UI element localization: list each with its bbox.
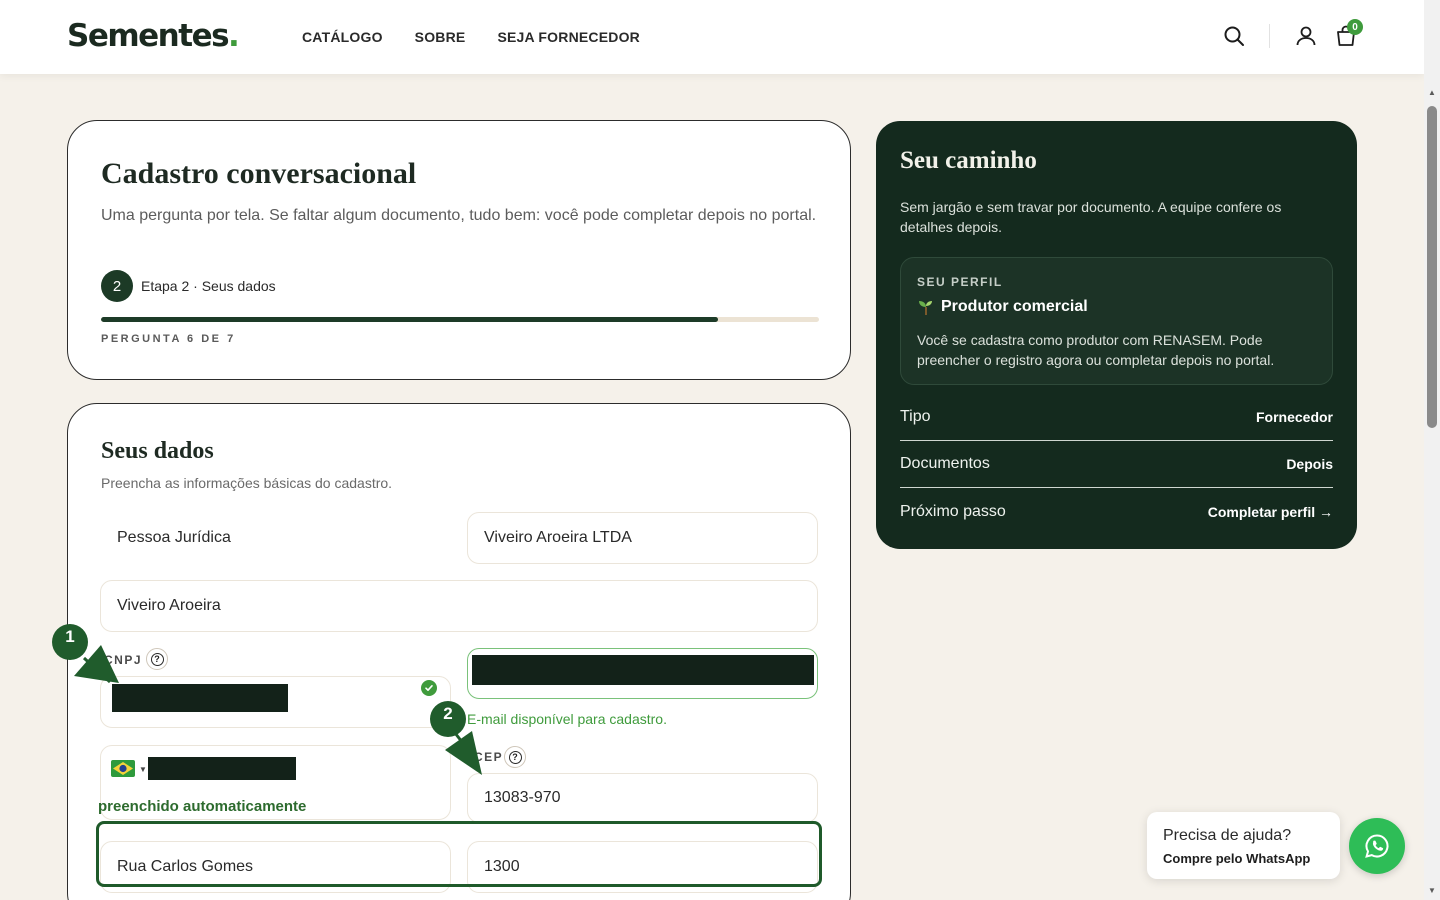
check-circle-icon <box>421 680 437 696</box>
nav-seja-fornecedor[interactable]: SEJA FORNECEDOR <box>497 29 640 45</box>
page-title: Cadastro conversacional <box>101 157 417 190</box>
trade-name-input[interactable]: Viveiro Aroeira <box>100 580 818 632</box>
profile-name-text: Produtor comercial <box>941 298 1088 315</box>
company-name-value: Viveiro Aroeira LTDA <box>484 529 632 546</box>
summary-row-proximo-passo: Próximo passo Completar perfil → <box>900 488 1333 535</box>
cnpj-redacted-value <box>112 684 288 712</box>
annotation-marker-1: 1 <box>52 624 88 660</box>
search-icon[interactable] <box>1222 24 1246 48</box>
profile-card: SEU PERFIL Produtor comercial Você se ca… <box>900 257 1333 385</box>
header-divider <box>1269 24 1270 48</box>
progress-card: Cadastro conversacional Uma pergunta por… <box>67 120 851 380</box>
help-title: Precisa de ajuda? <box>1163 827 1292 844</box>
scroll-down-arrow[interactable]: ▼ <box>1428 886 1436 895</box>
step-number-badge: 2 <box>101 270 133 302</box>
help-bubble[interactable]: Precisa de ajuda? Compre pelo WhatsApp <box>1147 812 1340 879</box>
form-subtitle: Preencha as informações básicas do cadas… <box>101 475 393 491</box>
profile-name: Produtor comercial <box>917 298 1088 316</box>
whatsapp-icon <box>1365 834 1389 858</box>
cnpj-label: CNPJ <box>104 653 143 667</box>
whatsapp-button[interactable] <box>1349 818 1405 874</box>
sidebar-subtitle: Sem jargão e sem travar por documento. A… <box>900 199 1282 235</box>
logo-text: Sementes <box>67 18 230 54</box>
scroll-up-arrow[interactable]: ▲ <box>1428 88 1436 97</box>
cart-count-badge: 0 <box>1347 19 1363 35</box>
trade-name-value: Viveiro Aroeira <box>117 597 221 614</box>
profile-description: Você se cadastra como produtor com RENAS… <box>917 332 1275 368</box>
cep-help-icon[interactable]: ? <box>504 746 526 768</box>
address-highlight-box <box>96 821 822 887</box>
user-icon[interactable] <box>1294 24 1318 48</box>
path-sidebar: Seu caminho Sem jargão e sem travar por … <box>876 121 1357 549</box>
chevron-down-icon[interactable]: ▼ <box>139 765 147 774</box>
seedling-icon <box>919 301 932 315</box>
summary-value: Fornecedor <box>1255 409 1333 425</box>
scrollbar-thumb[interactable] <box>1427 106 1437 428</box>
cep-input[interactable]: 13083-970 <box>467 773 818 823</box>
annotation-marker-2: 2 <box>430 701 466 737</box>
form-title: Seus dados <box>101 438 214 464</box>
sidebar-title: Seu caminho <box>900 147 1037 174</box>
question-counter: PERGUNTA 6 DE 7 <box>101 333 236 345</box>
summary-row-tipo: Tipo Fornecedor <box>900 394 1333 441</box>
company-name-input[interactable]: Viveiro Aroeira LTDA <box>467 512 818 564</box>
summary-row-documentos: Documentos Depois <box>900 441 1333 488</box>
summary-label: Tipo <box>900 408 931 425</box>
summary-label: Próximo passo <box>900 502 1006 520</box>
person-type-select[interactable]: Pessoa Jurídica <box>100 512 450 564</box>
progress-bar <box>101 317 819 322</box>
site-header: Sementes. CATÁLOGO SOBRE SEJA FORNECEDOR… <box>0 0 1424 74</box>
person-type-value: Pessoa Jurídica <box>117 529 231 546</box>
logo-dot: . <box>228 18 240 54</box>
brazil-flag-icon[interactable] <box>111 760 135 777</box>
step-label: Etapa 2 · Seus dados <box>141 278 276 294</box>
nav-catalogo[interactable]: CATÁLOGO <box>302 29 383 45</box>
email-status-message: E-mail disponível para cadastro. <box>467 711 667 727</box>
phone-redacted-value <box>148 757 296 780</box>
summary-label: Documentos <box>900 455 990 472</box>
profile-eyebrow: SEU PERFIL <box>917 275 1003 289</box>
cep-value: 13083-970 <box>484 789 561 806</box>
logo[interactable]: Sementes. <box>67 18 240 54</box>
help-subtitle: Compre pelo WhatsApp <box>1163 851 1311 866</box>
cep-label: CEP <box>474 750 504 764</box>
autofill-label: preenchido automaticamente <box>98 798 307 815</box>
email-redacted-value <box>472 655 814 685</box>
complete-profile-link[interactable]: Completar perfil → <box>1208 504 1333 520</box>
cnpj-help-icon[interactable]: ? <box>146 648 168 670</box>
summary-value: Depois <box>1286 456 1333 472</box>
progress-fill <box>101 317 719 322</box>
nav-sobre[interactable]: SOBRE <box>415 29 466 45</box>
page-subtitle: Uma pergunta por tela. Se faltar algum d… <box>101 207 817 224</box>
main-nav: CATÁLOGO SOBRE SEJA FORNECEDOR <box>302 29 640 45</box>
